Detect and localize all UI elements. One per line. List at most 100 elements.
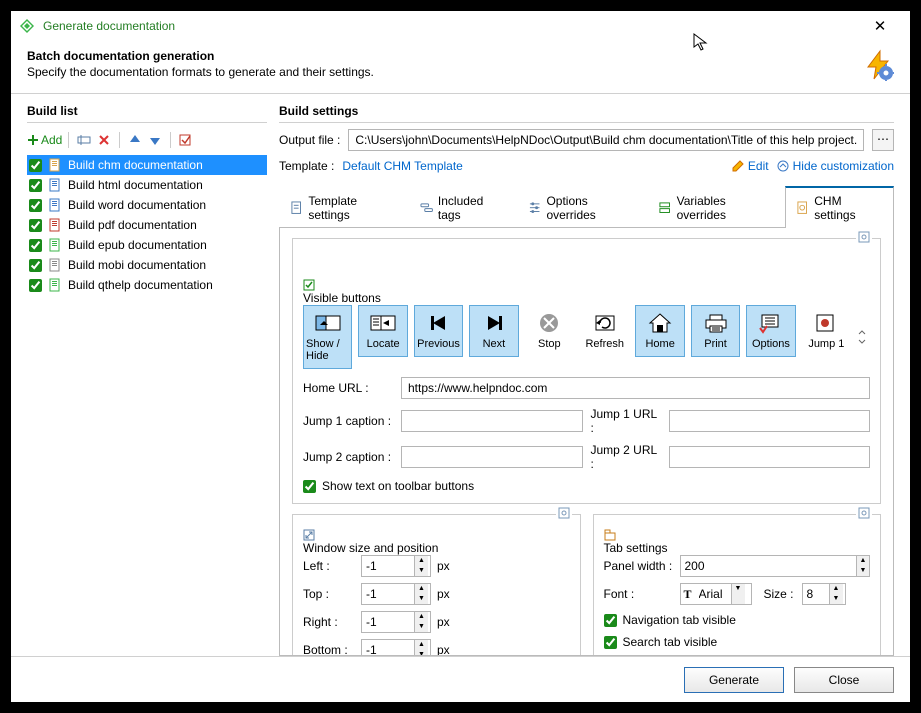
- search-tab-checkbox[interactable]: [604, 636, 617, 649]
- build-item-checkbox[interactable]: [29, 219, 42, 232]
- generate-button[interactable]: Generate: [684, 667, 784, 693]
- vis-btn-stop[interactable]: Stop: [525, 305, 574, 357]
- visible-buttons-group: Visible buttons Show / HideLocatePreviou…: [292, 238, 881, 504]
- tab-icon: [420, 201, 433, 215]
- build-item-checkbox[interactable]: [29, 159, 42, 172]
- build-item-checkbox[interactable]: [29, 279, 42, 292]
- lightning-settings-icon: [862, 49, 894, 81]
- build-settings-title: Build settings: [279, 104, 894, 118]
- jump2-url-label: Jump 2 URL :: [591, 443, 661, 471]
- build-item-checkbox[interactable]: [29, 179, 42, 192]
- window-size-group: Window size and position Left :▲▼px Top …: [292, 514, 581, 656]
- build-item-checkbox[interactable]: [29, 199, 42, 212]
- bottom-input[interactable]: [362, 640, 414, 656]
- jump2-url-input[interactable]: [669, 446, 871, 468]
- build-list-toolbar: Add: [27, 129, 267, 155]
- tab-options overrides[interactable]: Options overrides: [517, 186, 647, 228]
- build-item-html[interactable]: Build html documentation: [27, 175, 267, 195]
- left-input[interactable]: [362, 556, 414, 576]
- build-item-mobi[interactable]: Build mobi documentation: [27, 255, 267, 275]
- vis-btn-previous[interactable]: Previous: [414, 305, 463, 357]
- browse-button[interactable]: ⋯: [872, 129, 894, 151]
- build-item-chm[interactable]: Build chm documentation: [27, 155, 267, 175]
- show-text-checkbox[interactable]: [303, 480, 316, 493]
- word-icon: [48, 198, 62, 212]
- build-item-word[interactable]: Build word documentation: [27, 195, 267, 215]
- vis-btn-next[interactable]: Next: [469, 305, 518, 357]
- build-item-checkbox[interactable]: [29, 259, 42, 272]
- vis-btn-refresh[interactable]: Refresh: [580, 305, 629, 357]
- expand-chevron-icon[interactable]: [857, 330, 870, 344]
- tab-icon: [604, 529, 616, 541]
- jump1-caption-input[interactable]: [401, 410, 583, 432]
- titlebar: Generate documentation ✕: [11, 11, 910, 41]
- checklist-button[interactable]: [177, 131, 195, 149]
- right-input[interactable]: [362, 612, 414, 632]
- move-up-button[interactable]: [126, 131, 144, 149]
- build-item-epub[interactable]: Build epub documentation: [27, 235, 267, 255]
- jump1-cap-label: Jump 1 caption :: [303, 414, 393, 428]
- nav-tab-checkbox[interactable]: [604, 614, 617, 627]
- vis-btn-locate[interactable]: Locate: [358, 305, 407, 357]
- vis-btn-print[interactable]: Print: [691, 305, 740, 357]
- tab-icon: [658, 201, 671, 215]
- move-down-button[interactable]: [146, 131, 164, 149]
- tab-included tags[interactable]: Included tags: [409, 186, 518, 228]
- reset-tab-settings[interactable]: [856, 507, 872, 519]
- build-list-title: Build list: [27, 104, 267, 118]
- template-label: Template :: [279, 159, 334, 173]
- epub-icon: [48, 238, 62, 252]
- rename-button[interactable]: [75, 131, 93, 149]
- mobi-icon: [48, 258, 62, 272]
- tab-template settings[interactable]: Template settings: [279, 186, 409, 228]
- tab-icon: [290, 201, 303, 215]
- chm-icon: [48, 158, 62, 172]
- settings-tabs: Template settingsIncluded tagsOptions ov…: [279, 185, 894, 228]
- qt-icon: [48, 278, 62, 292]
- close-button[interactable]: ✕: [858, 17, 902, 35]
- html-icon: [48, 178, 62, 192]
- build-item-pdf[interactable]: Build pdf documentation: [27, 215, 267, 235]
- collapse-icon: [777, 160, 789, 172]
- reset-window-size[interactable]: [556, 507, 572, 519]
- tab-icon: [528, 201, 541, 215]
- output-file-input[interactable]: [348, 129, 864, 151]
- delete-button[interactable]: [95, 131, 113, 149]
- reset-visible-buttons[interactable]: [856, 231, 872, 243]
- vis-btn-options[interactable]: Options: [746, 305, 795, 357]
- window-title: Generate documentation: [43, 19, 858, 33]
- tab-icon: [796, 201, 809, 215]
- top-input[interactable]: [362, 584, 414, 604]
- font-input[interactable]: [695, 584, 731, 604]
- build-settings-panel: Build settings Output file : ⋯ Template …: [279, 104, 894, 656]
- tab-variables overrides[interactable]: Variables overrides: [647, 186, 785, 228]
- header-subtitle: Specify the documentation formats to gen…: [27, 65, 862, 79]
- vis-btn-home[interactable]: Home: [635, 305, 684, 357]
- close-footer-button[interactable]: Close: [794, 667, 894, 693]
- output-file-label: Output file :: [279, 133, 340, 147]
- template-link[interactable]: Default CHM Template: [342, 159, 463, 173]
- jump2-caption-input[interactable]: [401, 446, 583, 468]
- tab-chm settings[interactable]: CHM settings: [785, 186, 894, 228]
- pencil-icon: [732, 160, 744, 172]
- build-item-qt[interactable]: Build qthelp documentation: [27, 275, 267, 295]
- app-icon: [19, 18, 35, 34]
- home-url-input[interactable]: [401, 377, 870, 399]
- vis-btn-jump-1[interactable]: Jump 1: [802, 305, 851, 357]
- size-input[interactable]: [803, 584, 829, 604]
- chm-settings-tab-content: Visible buttons Show / HideLocatePreviou…: [279, 228, 894, 656]
- jump1-url-input[interactable]: [669, 410, 871, 432]
- jump2-cap-label: Jump 2 caption :: [303, 450, 393, 464]
- panel-width-input[interactable]: [681, 556, 856, 576]
- pdf-icon: [48, 218, 62, 232]
- tab-settings-group: Tab settings Panel width :▲▼ Font : T▼ S…: [593, 514, 882, 656]
- home-url-label: Home URL :: [303, 381, 393, 395]
- build-item-checkbox[interactable]: [29, 239, 42, 252]
- hide-customization-button[interactable]: Hide customization: [777, 159, 894, 173]
- vis-btn-show-hide[interactable]: Show / Hide: [303, 305, 352, 369]
- build-list: Build chm documentationBuild html docume…: [27, 155, 267, 656]
- build-list-panel: Build list Add Build chm documentationBu…: [27, 104, 267, 656]
- add-button[interactable]: Add: [27, 133, 62, 147]
- check-icon: [303, 279, 315, 291]
- edit-template-button[interactable]: Edit: [732, 159, 769, 173]
